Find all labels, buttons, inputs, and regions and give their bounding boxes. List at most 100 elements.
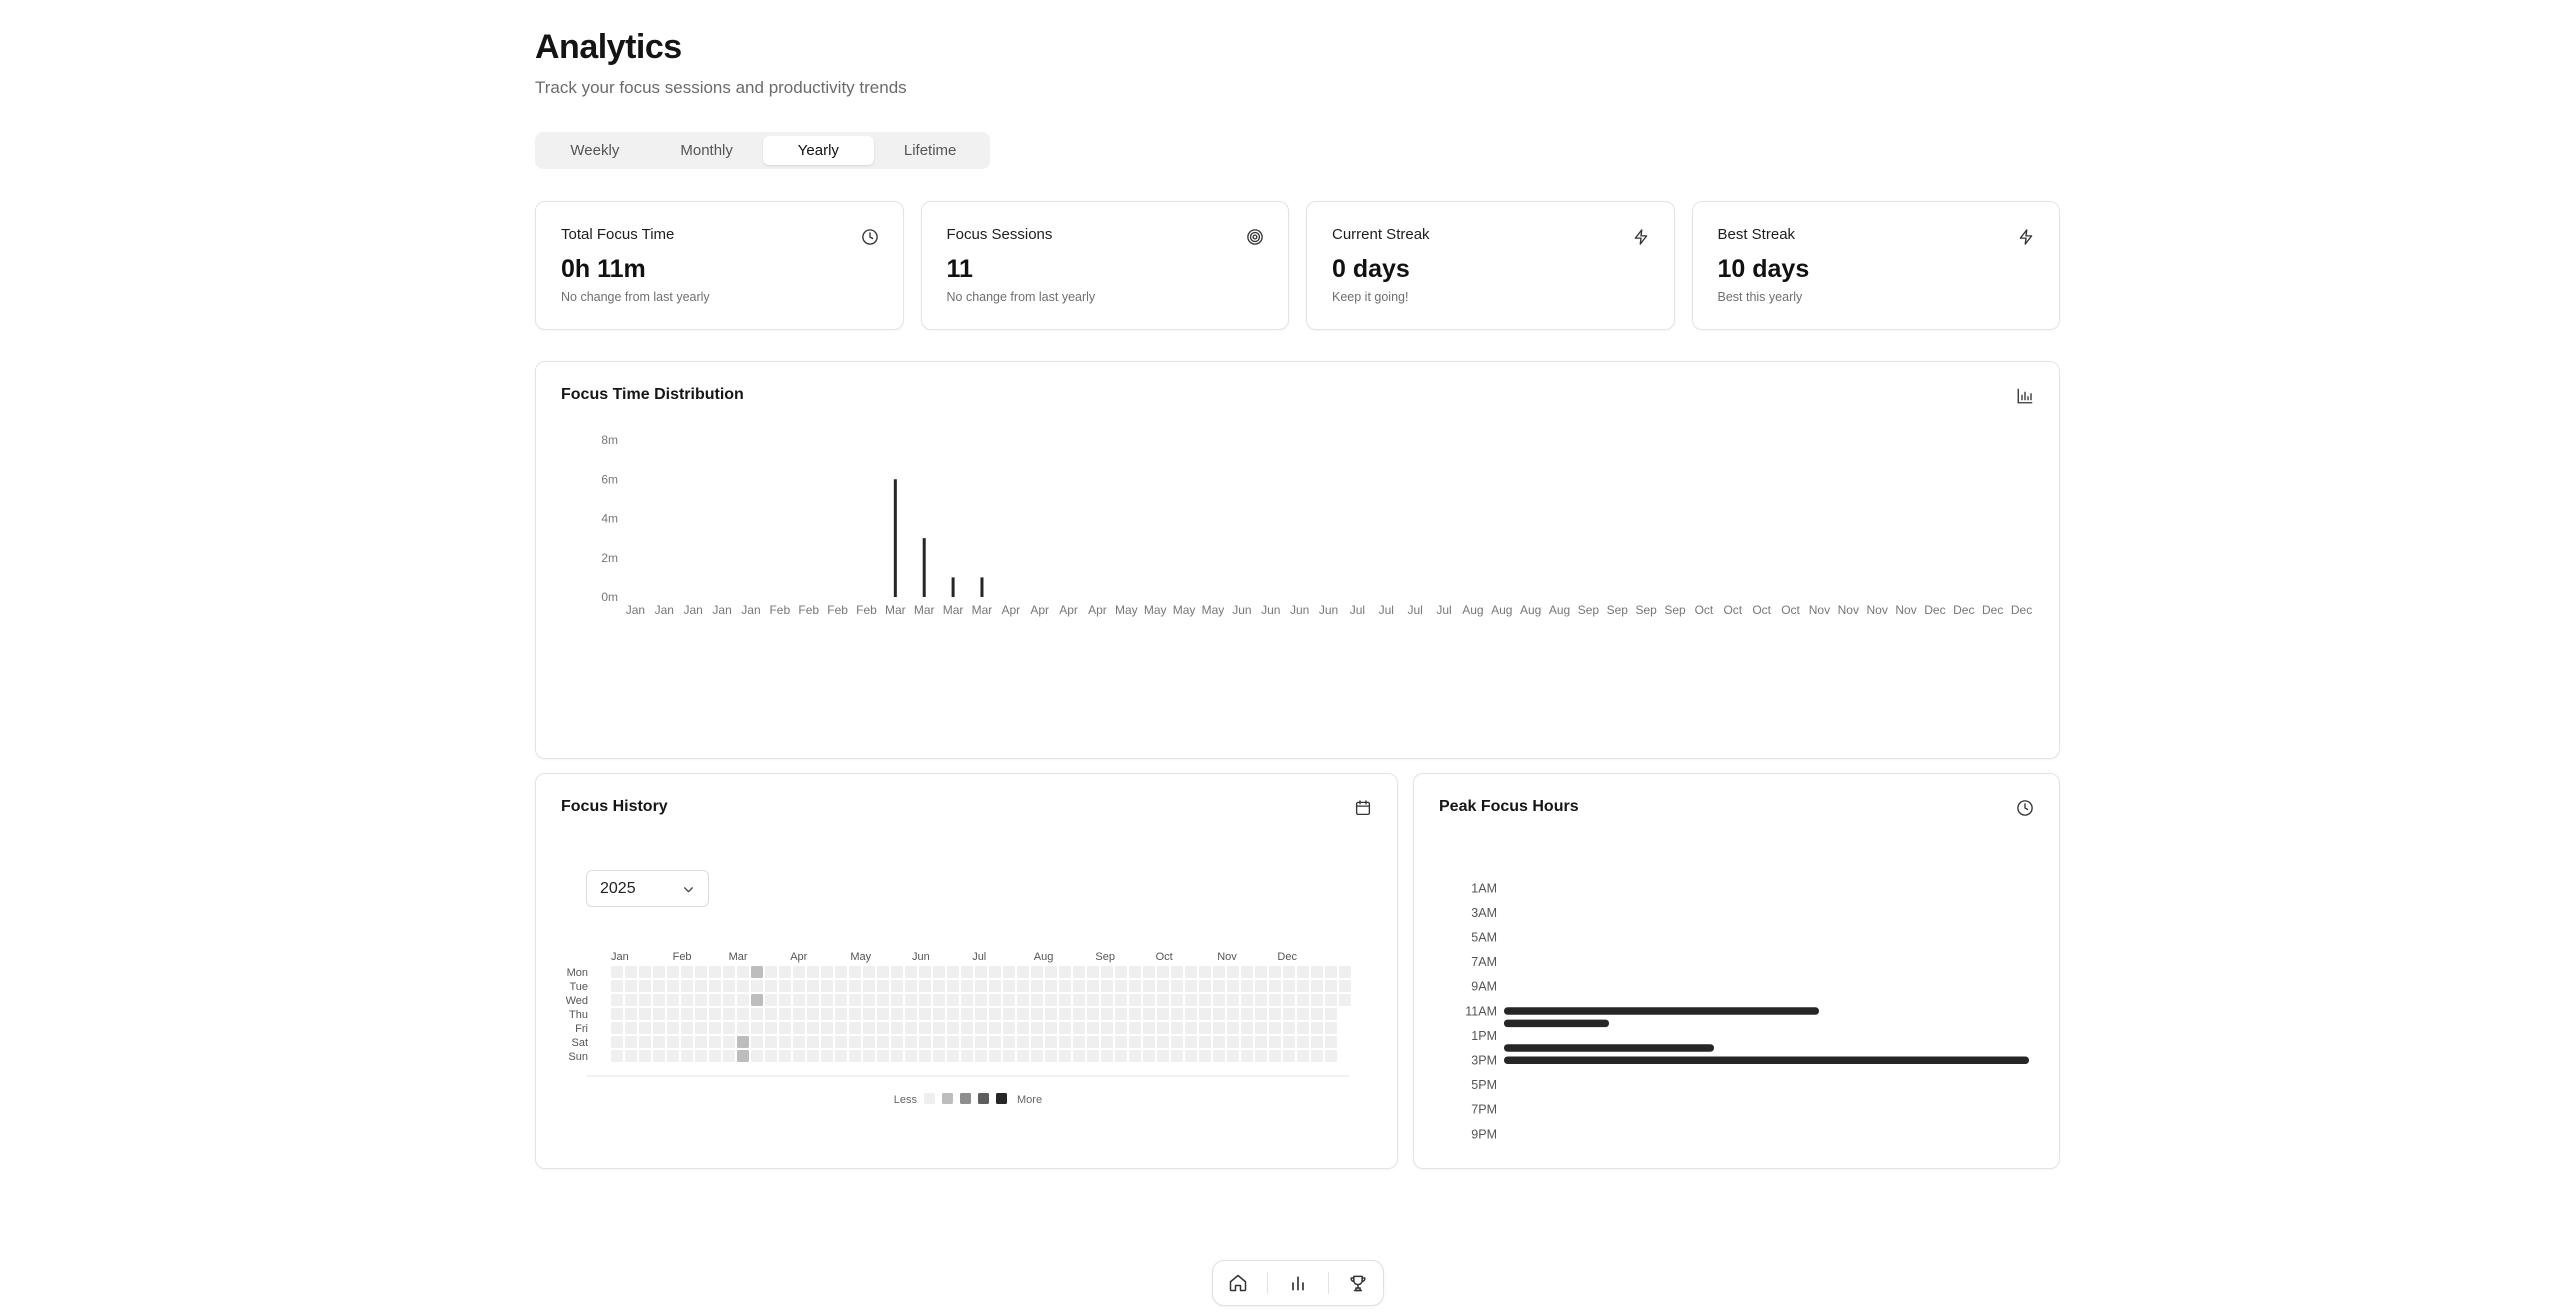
heatmap-cell[interactable]	[1185, 1036, 1197, 1048]
distribution-bar[interactable]	[980, 577, 984, 597]
heatmap-cell[interactable]	[807, 1022, 819, 1034]
heatmap-cell[interactable]	[765, 1036, 777, 1048]
heatmap-cell[interactable]	[919, 1050, 931, 1062]
heatmap-cell[interactable]	[1255, 1050, 1267, 1062]
heatmap-cell[interactable]	[611, 1050, 623, 1062]
heatmap-cell[interactable]	[919, 980, 931, 992]
heatmap-cell[interactable]	[933, 1036, 945, 1048]
heatmap-cell[interactable]	[793, 980, 805, 992]
heatmap-cell[interactable]	[779, 966, 791, 978]
heatmap-cell[interactable]	[765, 1022, 777, 1034]
heatmap-cell[interactable]	[821, 966, 833, 978]
heatmap-cell[interactable]	[1087, 966, 1099, 978]
heatmap-cell[interactable]	[1073, 1008, 1085, 1020]
heatmap-cell[interactable]	[1241, 966, 1253, 978]
heatmap-cell[interactable]	[695, 1022, 707, 1034]
heatmap-cell[interactable]	[1269, 1036, 1281, 1048]
heatmap-cell[interactable]	[1199, 966, 1211, 978]
heatmap-cell[interactable]	[1157, 980, 1169, 992]
heatmap-cell[interactable]	[975, 980, 987, 992]
heatmap-cell[interactable]	[1199, 1036, 1211, 1048]
tab-lifetime[interactable]: Lifetime	[874, 136, 986, 165]
heatmap-cell[interactable]	[667, 980, 679, 992]
heatmap-cell[interactable]	[765, 994, 777, 1006]
heatmap-cell[interactable]	[765, 966, 777, 978]
heatmap-cell[interactable]	[751, 1050, 763, 1062]
heatmap-cell[interactable]	[1087, 994, 1099, 1006]
heatmap-cell[interactable]	[933, 994, 945, 1006]
heatmap-cell[interactable]	[1311, 1008, 1323, 1020]
heatmap-cell[interactable]	[863, 994, 875, 1006]
heatmap-cell[interactable]	[891, 980, 903, 992]
heatmap-cell[interactable]	[1213, 994, 1225, 1006]
heatmap-cell[interactable]	[1269, 1008, 1281, 1020]
heatmap-cell[interactable]	[989, 994, 1001, 1006]
heatmap-cell[interactable]	[1045, 1050, 1057, 1062]
heatmap-cell[interactable]	[639, 1022, 651, 1034]
heatmap-cell[interactable]	[639, 1008, 651, 1020]
heatmap-cell[interactable]	[793, 1022, 805, 1034]
heatmap-cell[interactable]	[611, 994, 623, 1006]
heatmap-cell[interactable]	[1087, 1036, 1099, 1048]
heatmap-cell[interactable]	[639, 966, 651, 978]
heatmap-cell[interactable]	[1339, 980, 1351, 992]
heatmap-cell[interactable]	[1227, 966, 1239, 978]
heatmap-cell[interactable]	[1059, 980, 1071, 992]
heatmap-cell[interactable]	[1143, 1036, 1155, 1048]
heatmap-cell[interactable]	[1031, 1050, 1043, 1062]
heatmap-cell[interactable]	[975, 1036, 987, 1048]
heatmap-cell[interactable]	[1003, 1022, 1015, 1034]
heatmap-cell[interactable]	[1143, 980, 1155, 992]
heatmap-cell[interactable]	[1283, 980, 1295, 992]
heatmap-cell[interactable]	[1087, 1050, 1099, 1062]
heatmap-cell[interactable]	[1073, 994, 1085, 1006]
peak-hour-bar[interactable]	[1504, 1019, 1609, 1028]
heatmap-cell[interactable]	[835, 1022, 847, 1034]
peak-hour-bar[interactable]	[1504, 1056, 2029, 1065]
heatmap-cell[interactable]	[1283, 994, 1295, 1006]
heatmap-cell[interactable]	[1213, 1008, 1225, 1020]
heatmap-cell[interactable]	[723, 1008, 735, 1020]
heatmap-cell[interactable]	[975, 1050, 987, 1062]
heatmap-cell[interactable]	[989, 1036, 1001, 1048]
heatmap-cell[interactable]	[933, 1050, 945, 1062]
heatmap-cell[interactable]	[1129, 966, 1141, 978]
heatmap-cell[interactable]	[625, 1022, 637, 1034]
heatmap-cell[interactable]	[779, 1008, 791, 1020]
heatmap-cell[interactable]	[751, 1022, 763, 1034]
heatmap-cell[interactable]	[1283, 1036, 1295, 1048]
heatmap-cell[interactable]	[1157, 1036, 1169, 1048]
heatmap-cell[interactable]	[863, 1022, 875, 1034]
heatmap-cell[interactable]	[1269, 980, 1281, 992]
heatmap-cell[interactable]	[1241, 1022, 1253, 1034]
heatmap-cell[interactable]	[947, 994, 959, 1006]
heatmap-cell[interactable]	[989, 1050, 1001, 1062]
heatmap-cell[interactable]	[1171, 1050, 1183, 1062]
heatmap-cell[interactable]	[1325, 1022, 1337, 1034]
heatmap-cell[interactable]	[1073, 966, 1085, 978]
heatmap-cell[interactable]	[765, 980, 777, 992]
heatmap-cell[interactable]	[1003, 966, 1015, 978]
heatmap-cell[interactable]	[1101, 1050, 1113, 1062]
heatmap-cell[interactable]	[1087, 1022, 1099, 1034]
heatmap-cell[interactable]	[1311, 994, 1323, 1006]
heatmap-cell[interactable]	[1227, 1050, 1239, 1062]
heatmap-cell[interactable]	[933, 1008, 945, 1020]
heatmap-cell[interactable]	[1115, 1022, 1127, 1034]
heatmap-cell[interactable]	[933, 966, 945, 978]
heatmap-cell[interactable]	[1143, 1022, 1155, 1034]
heatmap-cell[interactable]	[1199, 1050, 1211, 1062]
heatmap-cell[interactable]	[821, 1022, 833, 1034]
heatmap-cell[interactable]	[975, 966, 987, 978]
heatmap-cell[interactable]	[653, 1050, 665, 1062]
heatmap-cell[interactable]	[1227, 1008, 1239, 1020]
heatmap-cell[interactable]	[1059, 1050, 1071, 1062]
peak-hour-bar[interactable]	[1504, 1044, 1714, 1052]
heatmap-cell[interactable]	[807, 1008, 819, 1020]
heatmap-cell[interactable]	[863, 980, 875, 992]
heatmap-cell[interactable]	[905, 980, 917, 992]
heatmap-cell[interactable]	[1325, 1036, 1337, 1048]
heatmap-cell[interactable]	[1255, 1008, 1267, 1020]
heatmap-cell[interactable]	[751, 966, 763, 978]
heatmap-cell[interactable]	[821, 1050, 833, 1062]
